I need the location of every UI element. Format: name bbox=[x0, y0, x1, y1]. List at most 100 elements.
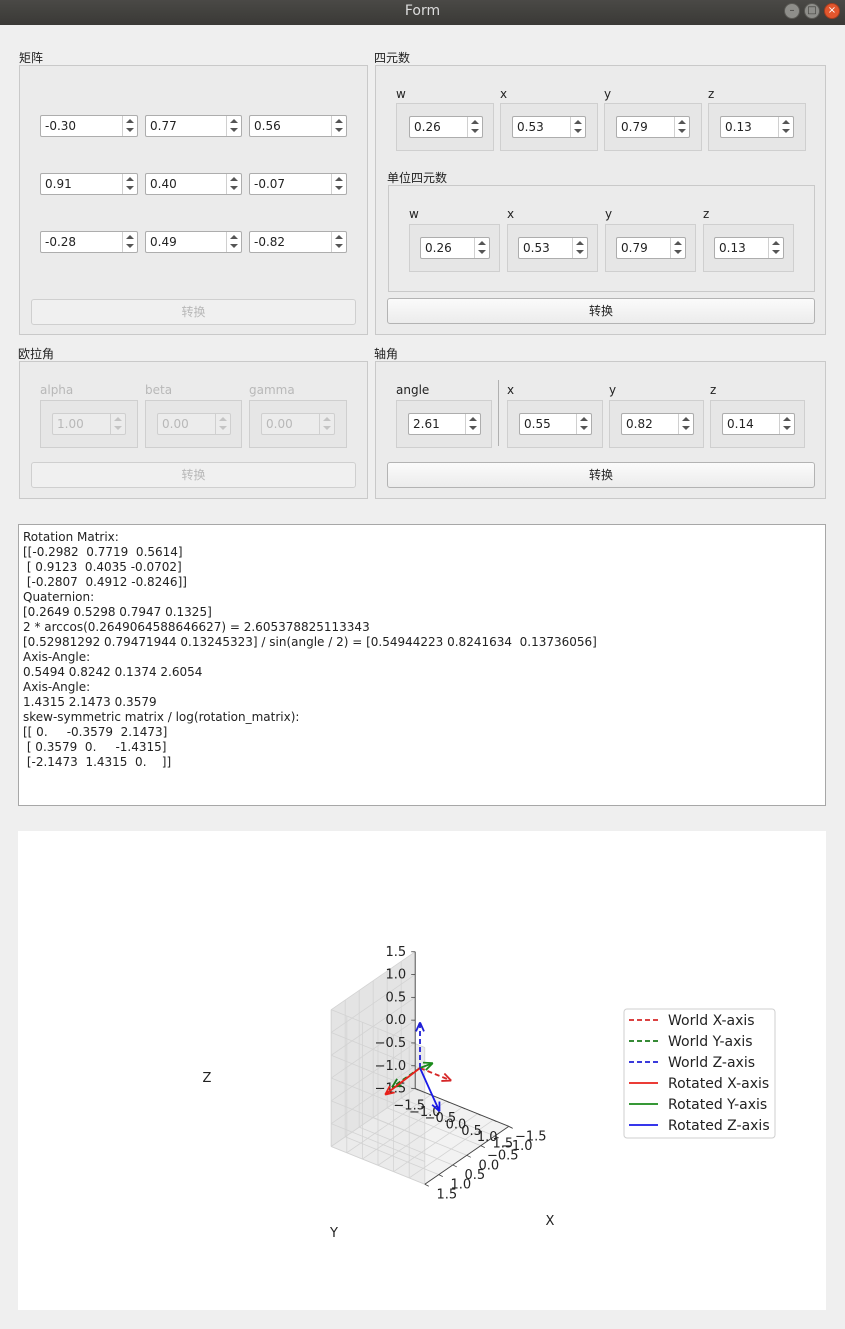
output-line: [0.2649 0.5298 0.7947 0.1325] bbox=[23, 605, 212, 619]
quat-z-label: z bbox=[708, 87, 715, 101]
matrix-spinbox-1-2[interactable]: -0.07 bbox=[249, 173, 347, 195]
matrix-spinbox-2-1[interactable]: 0.49 bbox=[145, 231, 242, 253]
legend-label: Rotated Z-axis bbox=[668, 1118, 770, 1134]
unit-w-spinbox[interactable]: 0.26 bbox=[420, 237, 490, 259]
rotation-plot: −1.5−1.5−1.5−1.0−1.0−1.0−0.5−0.5−0.50.00… bbox=[203, 945, 776, 1241]
z-tick-label: 1.5 bbox=[386, 945, 407, 960]
axis-angle-z-spinbox[interactable]: 0.14 bbox=[722, 413, 795, 435]
rotation-plot-canvas[interactable]: −1.5 −1.5 −1.5 −1.0 −1.0 −1.0 −0.5 −0.5 −0.5 0.0 0… bbox=[18, 831, 826, 1310]
output-line: skew-symmetric matrix / log(rotation_mat… bbox=[23, 710, 300, 724]
matrix-group-title: 矩阵 bbox=[19, 51, 44, 65]
quat-x-spinbox[interactable]: 0.53 bbox=[512, 116, 586, 138]
unit-z-box: 0.13 bbox=[703, 224, 794, 272]
axis-angle-y-spinbox[interactable]: 0.82 bbox=[621, 413, 694, 435]
output-line: [-0.2807 0.4912 -0.8246]] bbox=[23, 575, 187, 589]
output-line: Axis-Angle: bbox=[23, 680, 91, 694]
quat-y-spinbox[interactable]: 0.79 bbox=[616, 116, 690, 138]
matrix-spinbox-2-0[interactable]: -0.28 bbox=[40, 231, 138, 253]
matrix-convert-button[interactable]: 转换 bbox=[31, 299, 356, 325]
legend-label: World Z-axis bbox=[668, 1055, 755, 1071]
axis-angle-angle-label: angle bbox=[396, 383, 430, 397]
maximize-button[interactable]: □ bbox=[804, 3, 820, 19]
euler-gamma-spinbox[interactable]: 0.00 bbox=[261, 413, 335, 435]
legend-label: Rotated Y-axis bbox=[668, 1097, 767, 1113]
output-line: Quaternion: bbox=[23, 590, 95, 604]
z-tick-label: 1.0 bbox=[386, 968, 407, 983]
quat-y-label: y bbox=[604, 87, 612, 101]
window-title: Form bbox=[404, 3, 441, 19]
euler-beta-box: 0.00 bbox=[145, 400, 242, 448]
axis-angle-x-spinbox[interactable]: 0.55 bbox=[519, 413, 592, 435]
euler-alpha-spinbox[interactable]: 1.00 bbox=[52, 413, 126, 435]
axis-angle-group: angle x y z 2.61 0.55 0.82 0.14 转换 bbox=[375, 361, 826, 499]
world-x-axis-head bbox=[443, 1072, 452, 1082]
euler-convert-button[interactable]: 转换 bbox=[31, 462, 356, 488]
output-text-area[interactable]: Rotation Matrix: [[-0.2982 0.7719 0.5614… bbox=[18, 524, 826, 806]
matrix-spinbox-0-0[interactable]: -0.30 bbox=[40, 115, 138, 137]
output-line: 0.5494 0.8242 0.1374 2.6054 bbox=[23, 665, 203, 679]
output-line: [[ 0. -0.3579 2.1473] bbox=[23, 725, 168, 739]
quat-x-box: 0.53 bbox=[500, 103, 598, 151]
euler-gamma-label: gamma bbox=[249, 383, 295, 397]
euler-group-title: 欧拉角 bbox=[18, 347, 55, 361]
euler-beta-spinbox[interactable]: 0.00 bbox=[157, 413, 231, 435]
unit-y-box: 0.79 bbox=[605, 224, 696, 272]
axis-angle-angle-box: 2.61 bbox=[396, 400, 492, 448]
output-line: 2 * arccos(0.2649064588646627) = 2.60537… bbox=[23, 620, 370, 634]
quat-z-spinbox[interactable]: 0.13 bbox=[720, 116, 794, 138]
rotated-y-axis-head bbox=[422, 1061, 433, 1065]
quat-x-label: x bbox=[500, 87, 508, 101]
quat-z-box: 0.13 bbox=[708, 103, 806, 151]
matrix-spinbox-1-1[interactable]: 0.40 bbox=[145, 173, 242, 195]
output-line: [-2.1473 1.4315 0. ]] bbox=[23, 755, 172, 769]
output-line: [0.52981292 0.79471944 0.13245323] / sin… bbox=[23, 635, 597, 649]
output-line: [ 0.9123 0.4035 -0.0702] bbox=[23, 560, 182, 574]
unit-y-spinbox[interactable]: 0.79 bbox=[616, 237, 686, 259]
euler-beta-label: beta bbox=[145, 383, 173, 397]
z-axis-label: Z bbox=[203, 1071, 212, 1086]
euler-group: alpha beta gamma 1.00 0.00 0.00 转换 bbox=[19, 361, 368, 499]
axis-angle-angle-spinbox[interactable]: 2.61 bbox=[408, 413, 481, 435]
euler-alpha-box: 1.00 bbox=[40, 400, 138, 448]
z-tick-label: 0.0 bbox=[386, 1013, 407, 1028]
unit-x-spinbox[interactable]: 0.53 bbox=[518, 237, 588, 259]
axis-angle-z-label: z bbox=[710, 383, 717, 397]
z-tick-label: −0.5 bbox=[375, 1036, 407, 1051]
unit-w-box: 0.26 bbox=[409, 224, 500, 272]
y-tick-label: 1.5 bbox=[492, 1136, 513, 1151]
y-tick bbox=[438, 1174, 443, 1177]
matrix-group: -0.30 0.77 0.56 0.91 0.40 -0.07 -0.28 0.… bbox=[19, 65, 368, 335]
output-line: [[-0.2982 0.7719 0.5614] bbox=[23, 545, 183, 559]
output-line: 1.4315 2.1473 0.3579 bbox=[23, 695, 157, 709]
axis-angle-z-box: 0.14 bbox=[710, 400, 805, 448]
quaternion-group-title: 四元数 bbox=[374, 51, 411, 65]
output-line: Axis-Angle: bbox=[23, 650, 91, 664]
unit-z-spinbox[interactable]: 0.13 bbox=[714, 237, 784, 259]
z-tick-label: −1.0 bbox=[375, 1059, 407, 1074]
matrix-spinbox-1-0[interactable]: 0.91 bbox=[40, 173, 138, 195]
output-line: Rotation Matrix: bbox=[23, 530, 119, 544]
axis-angle-separator bbox=[498, 380, 499, 446]
unit-w-label: w bbox=[409, 207, 419, 221]
y-tick bbox=[466, 1154, 471, 1158]
axis-angle-x-box: 0.55 bbox=[507, 400, 603, 448]
legend-label: Rotated X-axis bbox=[668, 1076, 769, 1092]
quat-w-box: 0.26 bbox=[396, 103, 494, 151]
axis-angle-convert-button[interactable]: 转换 bbox=[387, 462, 815, 488]
quaternion-convert-button[interactable]: 转换 bbox=[387, 298, 815, 324]
axis-angle-group-title: 轴角 bbox=[374, 347, 399, 361]
unit-quaternion-group: w x y z 0.26 0.53 0.79 0.13 bbox=[388, 185, 815, 292]
title-bar: Form – □ × bbox=[0, 0, 845, 25]
quat-w-spinbox[interactable]: 0.26 bbox=[409, 116, 483, 138]
close-button[interactable]: × bbox=[824, 3, 840, 19]
matrix-spinbox-2-2[interactable]: -0.82 bbox=[249, 231, 347, 253]
axis-angle-x-label: x bbox=[507, 383, 515, 397]
z-tick-label: 0.5 bbox=[386, 990, 407, 1005]
minimize-button[interactable]: – bbox=[784, 3, 800, 19]
matrix-spinbox-0-2[interactable]: 0.56 bbox=[249, 115, 347, 137]
matrix-spinbox-0-1[interactable]: 0.77 bbox=[145, 115, 242, 137]
unit-y-label: y bbox=[605, 207, 613, 221]
y-axis-label: Y bbox=[329, 1226, 338, 1241]
euler-alpha-label: alpha bbox=[40, 383, 74, 397]
legend-label: World X-axis bbox=[668, 1013, 755, 1029]
